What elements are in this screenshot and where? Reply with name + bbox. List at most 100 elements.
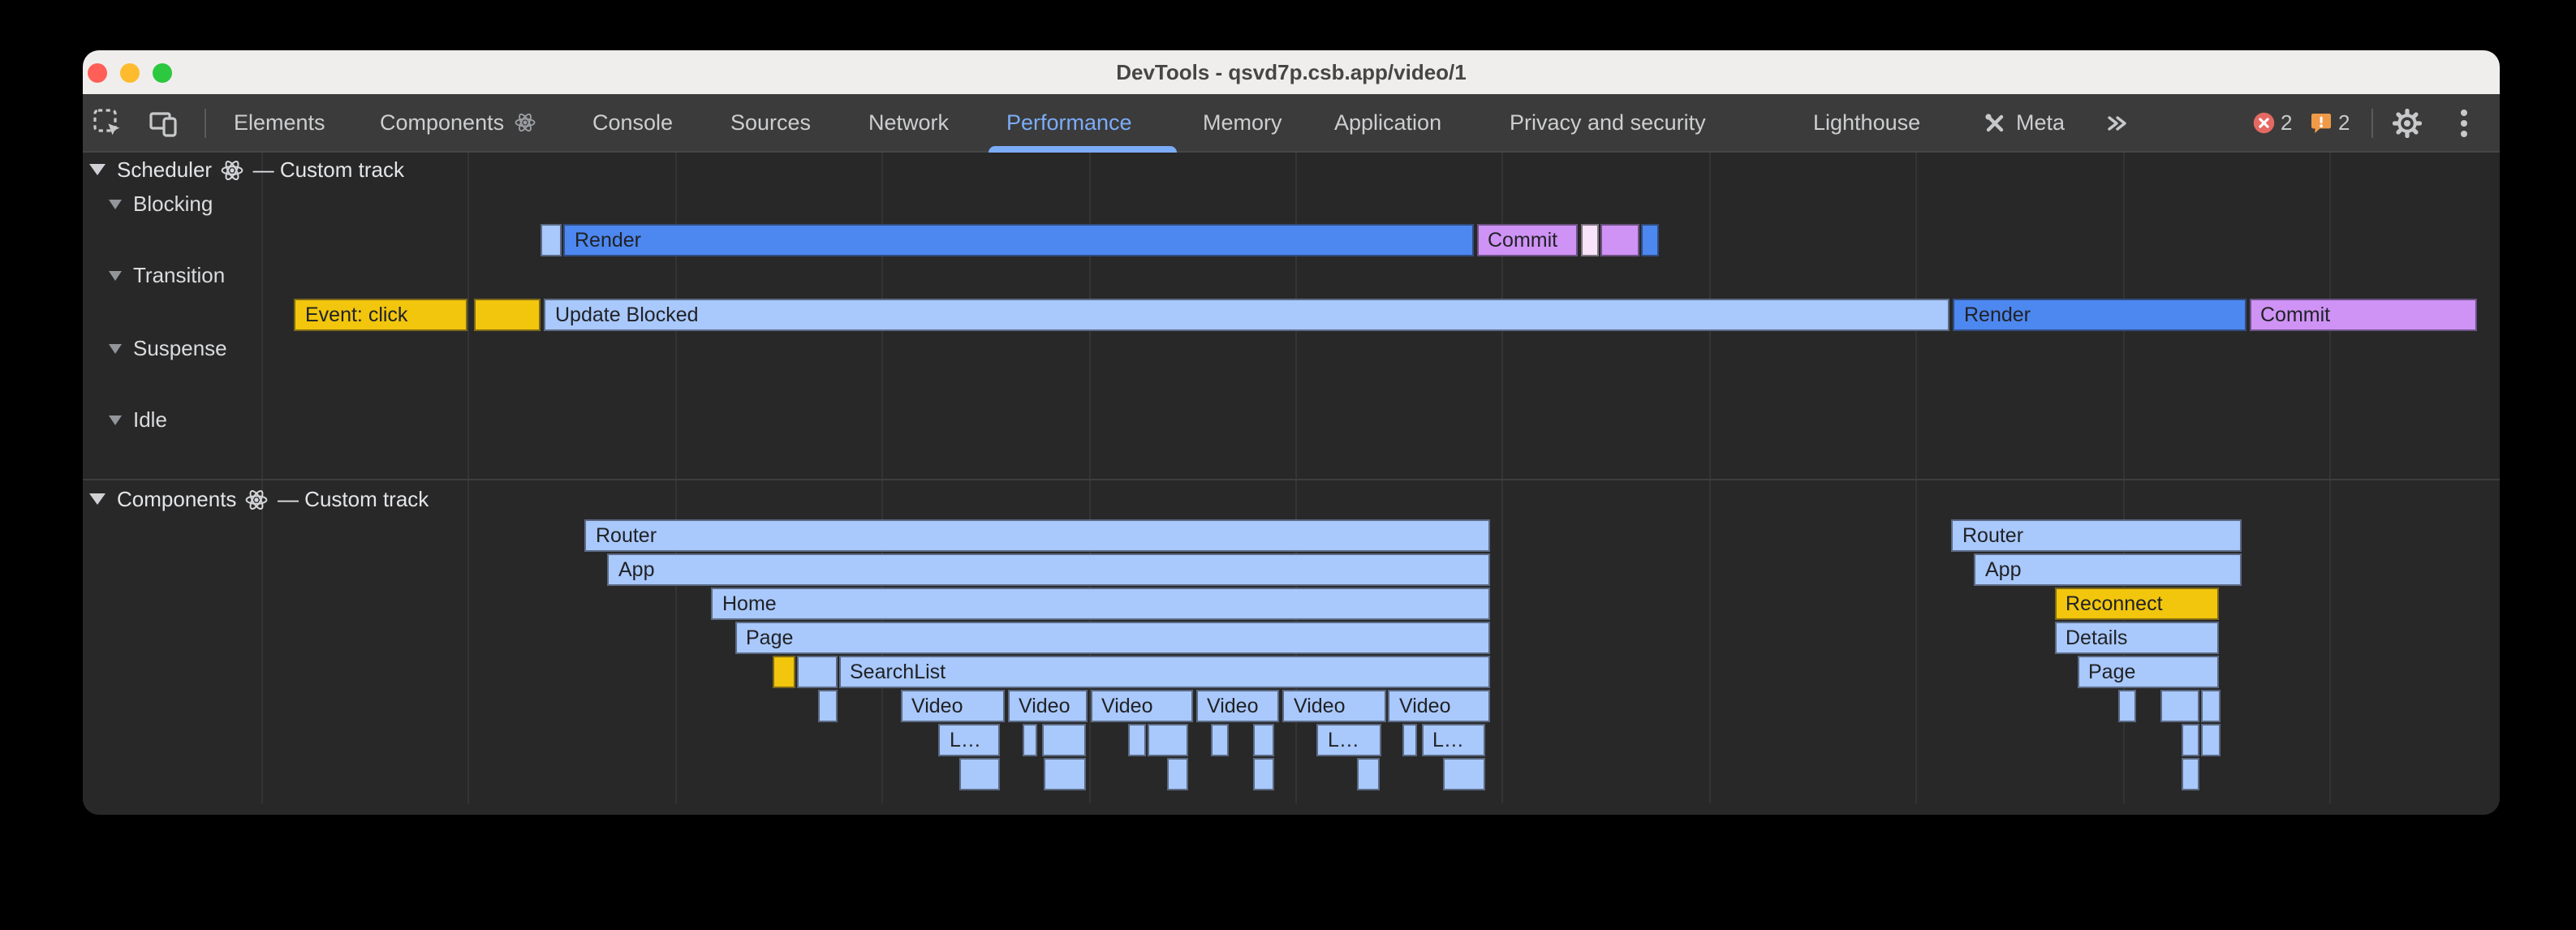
tab-components[interactable]: Components	[380, 94, 535, 151]
window-title: DevTools - qsvd7p.csb.app/video/1	[83, 50, 2500, 94]
flame-bar[interactable]	[1252, 758, 1274, 790]
settings-gear-icon[interactable]	[2393, 108, 2422, 137]
tab-meta[interactable]: Meta	[1984, 94, 2065, 151]
flame-bar-l[interactable]: L…	[1421, 724, 1484, 756]
flame-bar[interactable]	[1167, 758, 1188, 790]
lane-blocking[interactable]: Blocking	[109, 193, 213, 216]
flame-bar[interactable]	[1402, 724, 1417, 756]
react-atom-icon	[246, 488, 269, 510]
flame-bar[interactable]	[2117, 690, 2136, 722]
gridline	[468, 153, 470, 803]
flame-bar-searchlist[interactable]: SearchList	[838, 656, 1489, 688]
tab-sources[interactable]: Sources	[730, 94, 811, 151]
flame-bar[interactable]	[1211, 724, 1229, 756]
flame-bar-details[interactable]: Details	[2054, 622, 2219, 654]
flame-bar-l[interactable]: L…	[1316, 724, 1381, 756]
flame-bar-video[interactable]: Video	[1090, 690, 1193, 722]
flame-bar-commit[interactable]: Commit	[2249, 299, 2477, 331]
badge-separator	[2371, 109, 2373, 138]
flame-bar[interactable]	[2181, 758, 2199, 790]
flame-bar-render[interactable]: Render	[563, 224, 1474, 256]
title-bar: DevTools - qsvd7p.csb.app/video/1	[83, 50, 2500, 94]
flame-bar-video[interactable]: Video	[1195, 690, 1279, 722]
gridline	[1709, 153, 1711, 803]
tab-lighthouse[interactable]: Lighthouse	[1813, 94, 1920, 151]
flame-bar-app[interactable]: App	[607, 553, 1490, 586]
collapse-triangle-icon[interactable]	[109, 271, 122, 281]
flame-bar[interactable]	[1043, 758, 1086, 790]
flame-bar-video[interactable]: Video	[1282, 690, 1385, 722]
flame-bar-l[interactable]: L…	[938, 724, 1000, 756]
warning-count[interactable]: 2	[2338, 94, 2350, 151]
flame-bar-render[interactable]: Render	[1953, 299, 2246, 331]
tab-elements[interactable]: Elements	[234, 94, 325, 151]
react-atom-icon	[514, 112, 535, 133]
screen: DevTools - qsvd7p.csb.app/video/1 Elemen…	[0, 0, 2576, 930]
more-tabs-icon[interactable]	[2102, 110, 2130, 136]
tab-network[interactable]: Network	[868, 94, 949, 151]
tab-application[interactable]: Application	[1334, 94, 1441, 151]
tab-memory[interactable]: Memory	[1203, 94, 1282, 151]
collapse-triangle-icon[interactable]	[109, 344, 122, 354]
tab-performance[interactable]: Performance	[1006, 94, 1132, 151]
flame-bar[interactable]	[1022, 724, 1036, 756]
flame-bar-router[interactable]: Router	[1951, 519, 2242, 552]
kebab-menu-icon[interactable]	[2459, 109, 2469, 138]
flame-bar-app[interactable]: App	[1974, 553, 2242, 586]
track-separator	[83, 479, 2500, 480]
collapse-triangle-icon[interactable]	[89, 493, 106, 505]
flame-bar[interactable]	[1442, 758, 1484, 790]
flame-bar[interactable]	[1580, 224, 1598, 256]
gridline	[1915, 153, 1917, 803]
flame-bar[interactable]	[2200, 724, 2220, 756]
devtools-window: DevTools - qsvd7p.csb.app/video/1 Elemen…	[83, 50, 2500, 815]
react-atom-icon	[221, 158, 243, 181]
flame-bar[interactable]	[1356, 758, 1379, 790]
warning-badge-icon[interactable]	[2309, 112, 2332, 135]
performance-panel: Scheduler — Custom track Blocking Transi…	[83, 153, 2500, 815]
flame-bar[interactable]	[958, 758, 1000, 790]
flame-bar-page[interactable]: Page	[734, 622, 1489, 654]
collapse-triangle-icon[interactable]	[109, 200, 122, 209]
flame-bar[interactable]	[473, 299, 540, 331]
flame-bar-video[interactable]: Video	[1007, 690, 1088, 722]
flame-bar[interactable]	[1641, 224, 1659, 256]
collapse-triangle-icon[interactable]	[89, 164, 106, 175]
flame-bar[interactable]	[797, 656, 837, 688]
flame-bar-video[interactable]: Video	[1388, 690, 1489, 722]
flame-bar[interactable]	[1148, 724, 1188, 756]
inspect-element-icon[interactable]	[91, 107, 125, 140]
flame-bar-reconnect[interactable]: Reconnect	[2054, 588, 2219, 620]
flame-bar-video[interactable]: Video	[900, 690, 1005, 722]
lane-suspense[interactable]: Suspense	[109, 338, 227, 360]
device-toolbar-icon[interactable]	[146, 107, 180, 140]
flame-bar-update-blocked[interactable]: Update Blocked	[544, 299, 1949, 331]
flame-bar-home[interactable]: Home	[711, 588, 1490, 620]
flame-bar[interactable]	[773, 656, 795, 688]
flame-bar[interactable]	[1252, 724, 1274, 756]
flame-bar-event-click[interactable]: Event: click	[294, 299, 467, 331]
flame-bar-commit[interactable]: Commit	[1476, 224, 1578, 256]
tools-icon	[1984, 112, 2006, 135]
flame-bar[interactable]	[2160, 690, 2199, 722]
gridline	[2329, 153, 2331, 803]
flame-bar[interactable]	[817, 690, 837, 722]
flame-bar[interactable]	[2200, 690, 2220, 722]
flame-bar[interactable]	[2181, 724, 2199, 756]
toolbar-separator	[205, 109, 206, 138]
lane-transition[interactable]: Transition	[109, 265, 225, 287]
error-count[interactable]: 2	[2281, 94, 2292, 151]
flame-bar[interactable]	[1128, 724, 1146, 756]
components-track-header[interactable]: Components — Custom track	[89, 487, 429, 511]
lane-idle[interactable]: Idle	[109, 409, 167, 432]
tab-console[interactable]: Console	[592, 94, 673, 151]
scheduler-track-header[interactable]: Scheduler — Custom track	[89, 157, 404, 182]
collapse-triangle-icon[interactable]	[109, 415, 122, 425]
flame-bar[interactable]	[541, 224, 562, 256]
flame-bar-page[interactable]: Page	[2077, 656, 2219, 688]
flame-bar-router[interactable]: Router	[584, 519, 1490, 552]
flame-bar[interactable]	[1600, 224, 1639, 256]
flame-bar[interactable]	[1041, 724, 1086, 756]
error-badge-icon[interactable]	[2253, 112, 2275, 134]
tab-privacy-and-security[interactable]: Privacy and security	[1510, 94, 1706, 151]
